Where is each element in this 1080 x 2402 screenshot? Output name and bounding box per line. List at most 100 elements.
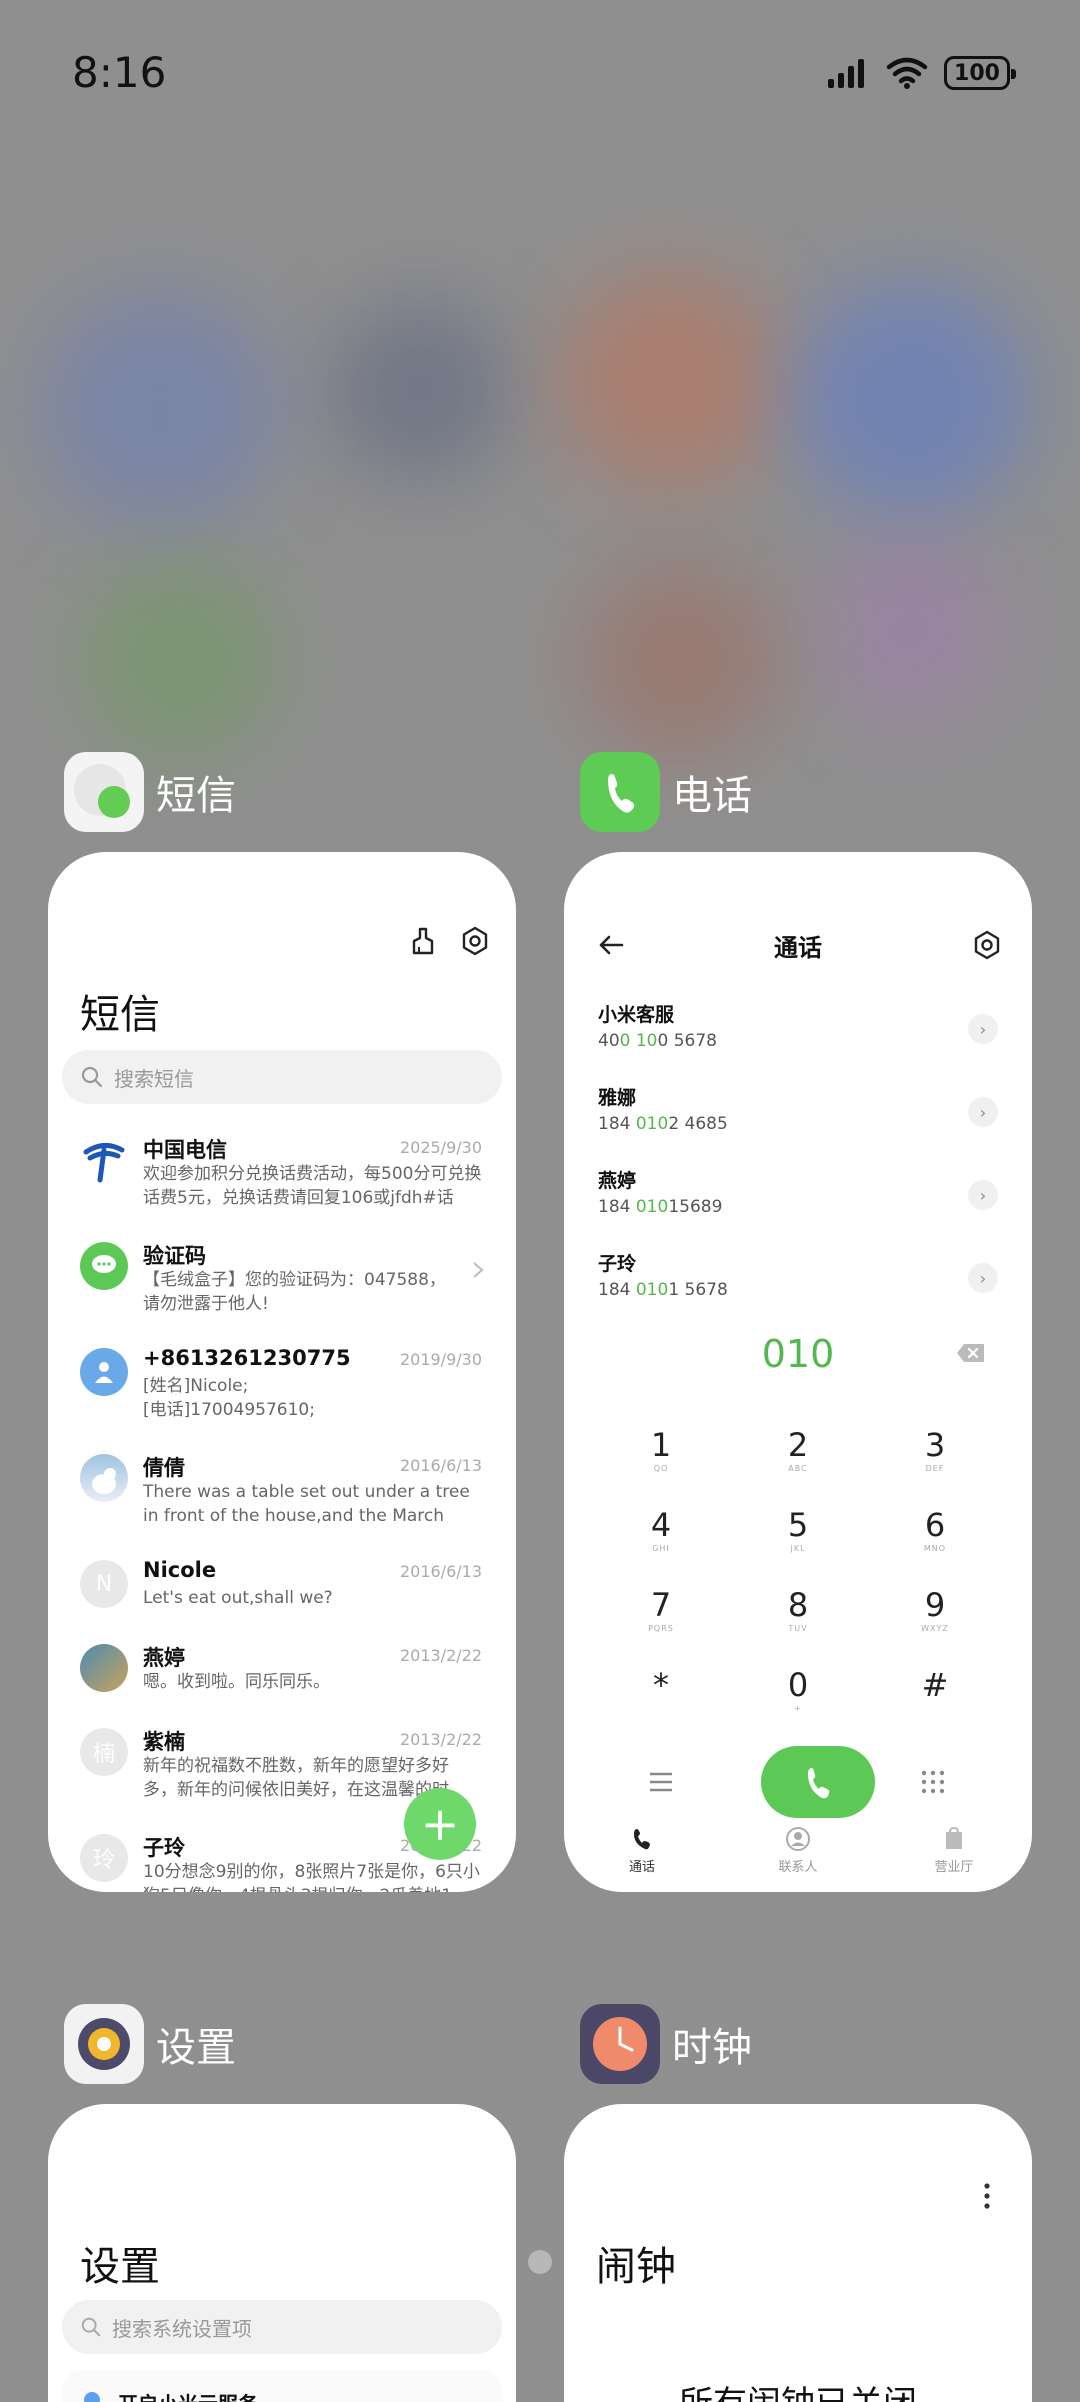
phone-card[interactable]: 通话 小米客服 400 100 5678 › 雅娜 184 0102 4685 … [564,852,1032,1892]
contact-detail-button[interactable]: › [968,1180,998,1210]
message-preview: There was a table set out under a tree i… [143,1482,470,1526]
dialpad-key[interactable]: 7 PQRS [601,1586,721,1656]
key-digit: 6 [924,1506,946,1544]
dialpad-key[interactable]: # [875,1666,995,1736]
message-sender: 子玲 [143,1836,185,1860]
dialpad-key[interactable]: * [601,1666,721,1736]
menu-icon[interactable] [648,1771,674,1793]
wallpaper-blur-2 [330,300,510,480]
phone-app-name: 电话 [672,773,752,819]
dialpad-key[interactable]: 6 MNO [875,1506,995,1576]
contact-suggestion[interactable]: 燕婷 184 01015689 › [598,1166,998,1236]
dialpad-key[interactable]: 3 DEF [875,1426,995,1496]
key-letters: ABC [788,1464,808,1473]
cloud-service-icon [84,2392,100,2402]
phone-app-icon [580,752,660,832]
nav-calls[interactable]: 通话 [582,1826,702,1875]
clock-app-header[interactable]: 时钟 [580,2004,752,2084]
message-item[interactable]: 倩倩 2016/6/13 There was a table set out u… [48,1450,516,1556]
call-button[interactable] [761,1746,875,1818]
dialpad-grid-icon[interactable] [920,1769,946,1795]
number-prefix: 184 [598,1114,636,1134]
phone-app-header[interactable]: 电话 [580,752,752,832]
dialpad-key[interactable]: 5 JKL [738,1506,858,1576]
dialpad-key[interactable]: 8 TUV [738,1586,858,1656]
dialpad-key[interactable]: 2 ABC [738,1426,858,1496]
message-item[interactable]: 中国电信 2025/9/30 欢迎参加积分兑换话费活动，每500分可兑换话费5元… [48,1132,516,1238]
number-suffix: 1 5678 [668,1280,728,1300]
battery-level: 100 [954,60,1000,86]
settings-list-item[interactable]: 开启小米云服务 [62,2370,502,2402]
key-digit: 9 [924,1586,946,1624]
dialpad-key[interactable]: 9 WXYZ [875,1586,995,1656]
settings-search-input[interactable]: 搜索系统设置项 [62,2300,502,2354]
status-icons: 100 [826,56,1016,90]
number-suffix: 2 4685 [668,1114,728,1134]
message-sender: 紫楠 [143,1730,185,1754]
chat-bubble-icon [80,1242,128,1290]
wallpaper-blur-1 [40,290,280,530]
dialpad-key[interactable]: 4 GHI [601,1506,721,1576]
key-digit: 1 [650,1426,672,1464]
phone-icon [634,1829,650,1850]
message-item[interactable]: 验证码 【毛绒盒子】您的验证码为：047588，请勿泄露于他人! [48,1238,516,1344]
number-match: 0 10 [619,1031,658,1051]
phone-header: 通话 [564,928,1032,968]
contact-suggestion[interactable]: 子玲 184 0101 5678 › [598,1249,998,1319]
number-suffix: 15689 [668,1197,723,1217]
key-letters: JKL [790,1544,806,1553]
key-letters: PQRS [648,1624,674,1633]
contact-number: 184 0102 4685 [598,1114,998,1134]
message-preview: Let's eat out,shall we? [143,1588,333,1608]
key-letters: GHI [652,1544,670,1553]
sms-card[interactable]: 短信 搜索短信 中国电信 2025/9/30 欢迎参加积分兑换话费活动，每500… [48,852,516,1892]
contact-detail-button[interactable]: › [968,1097,998,1127]
backspace-icon[interactable] [956,1342,986,1364]
key-digit: 5 [787,1506,809,1544]
chevron-right-icon: › [979,1268,987,1288]
sms-toolbar [408,926,490,956]
settings-app-name: 设置 [156,2025,236,2071]
new-message-button[interactable]: + [404,1788,476,1860]
chevron-right-icon: › [979,1019,987,1039]
settings-card[interactable]: 设置 搜索系统设置项 开启小米云服务 [48,2104,516,2402]
search-icon [81,2317,101,2337]
sms-app-icon [64,752,144,832]
contact-suggestion[interactable]: 雅娜 184 0102 4685 › [598,1083,998,1153]
settings-search-placeholder: 搜索系统设置项 [112,2316,252,2341]
sms-app-header[interactable]: 短信 [64,752,236,832]
message-item[interactable]: +8613261230775 2019/9/30 [姓名]Nicole; [电话… [48,1344,516,1450]
letter-avatar: N [80,1560,128,1608]
settings-gear-icon[interactable] [972,930,1002,960]
contact-detail-button[interactable]: › [968,1263,998,1293]
message-preview: 【毛绒盒子】您的验证码为：047588，请勿泄露于他人! [143,1270,446,1314]
sms-search-input[interactable]: 搜索短信 [62,1050,502,1104]
settings-app-header[interactable]: 设置 [64,2004,236,2084]
contact-number: 184 0101 5678 [598,1280,998,1300]
clock-page-title: 闹钟 [596,2244,676,2290]
clean-brush-icon[interactable] [408,926,438,956]
settings-page-title: 设置 [80,2244,160,2290]
nav-service-hall-label: 营业厅 [934,1860,974,1875]
alarm-status: 所有闹钟已关闭 [564,2376,1032,2402]
message-date: 2013/2/22 [399,1730,482,1749]
contact-suggestion[interactable]: 小米客服 400 100 5678 › [598,1000,998,1070]
settings-first-item-label: 开启小米云服务 [118,2388,258,2402]
contact-detail-button[interactable]: › [968,1014,998,1044]
contact-name: 子玲 [598,1253,637,1275]
sms-search-placeholder: 搜索短信 [114,1066,194,1091]
key-letters: + [794,1704,802,1713]
phone-page-title: 通话 [774,934,822,962]
number-prefix: 184 [598,1197,636,1217]
key-digit: * [653,1666,669,1704]
key-digit: 7 [650,1586,672,1624]
nav-service-hall[interactable]: 营业厅 [894,1826,1014,1875]
more-vertical-icon[interactable] [982,2182,992,2210]
nav-contacts[interactable]: 联系人 [738,1826,858,1875]
wallpaper-blur-4 [790,280,1030,520]
settings-gear-icon[interactable] [460,926,490,956]
dialpad-key[interactable]: 0 + [738,1666,858,1736]
dialpad-key[interactable]: 1 QO [601,1426,721,1496]
clock-card[interactable]: 闹钟 所有闹钟已关闭 [564,2104,1032,2402]
letter-avatar: 楠 [80,1728,128,1776]
